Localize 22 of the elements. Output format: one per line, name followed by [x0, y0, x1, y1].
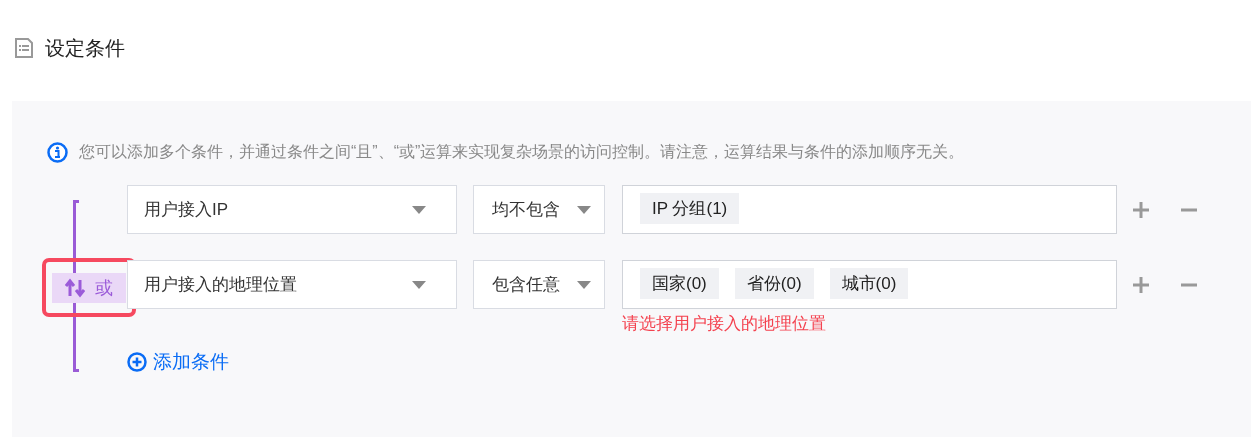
caret-icon	[412, 280, 426, 289]
operator-select[interactable]: 均不包含	[473, 185, 605, 234]
section-title: 设定条件	[45, 35, 125, 61]
field-select[interactable]: 用户接入IP	[127, 185, 457, 234]
tag: 城市(0)	[829, 268, 909, 299]
tag-input-field[interactable]: 国家(0) 省份(0) 城市(0)	[622, 260, 1117, 309]
caret-icon	[577, 205, 591, 214]
error-message: 请选择用户接入的地理位置	[622, 313, 826, 335]
tag: 省份(0)	[734, 268, 814, 299]
list-document-icon	[14, 38, 34, 58]
info-icon	[47, 141, 68, 163]
caret-icon	[577, 280, 591, 289]
field-select[interactable]: 用户接入的地理位置	[127, 260, 457, 309]
swap-arrows-icon	[65, 278, 85, 298]
tag: IP 分组(1)	[640, 193, 740, 224]
info-text: 您可以添加多个条件，并通过条件之间“且”、“或”运算来实现复杂场景的访问控制。请注意，运算结果与条件的添加顺序无关。	[79, 141, 965, 162]
add-condition-link[interactable]: 添加条件	[127, 349, 229, 375]
tag: 国家(0)	[640, 268, 719, 299]
caret-icon	[412, 205, 426, 214]
plus-circle-icon	[127, 352, 147, 372]
operator-select[interactable]: 包含任意	[473, 260, 605, 309]
tag-input-field[interactable]: IP 分组(1)	[622, 185, 1117, 234]
